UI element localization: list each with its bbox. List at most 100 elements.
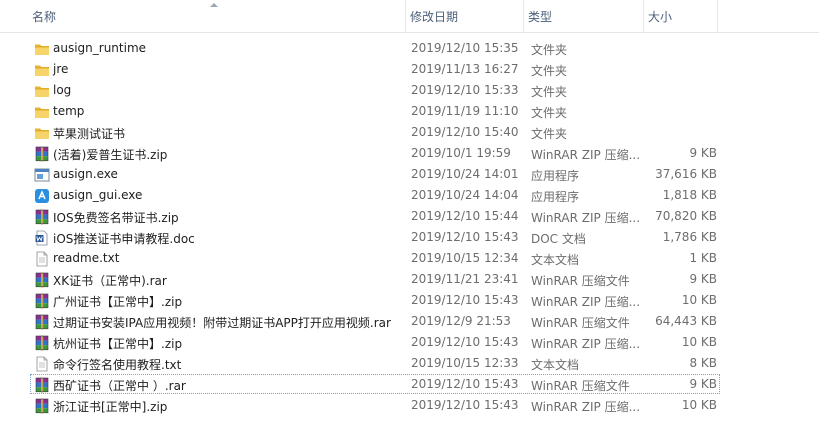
folder-icon — [34, 125, 50, 141]
file-modified-date: 2019/10/15 12:34 — [411, 251, 519, 265]
file-row[interactable]: iOS推送证书申请教程.doc 2019/12/10 15:43 DOC 文档 1,7… — [30, 227, 720, 247]
file-modified-date: 2019/12/10 15:43 — [411, 335, 519, 349]
file-name: 苹果测试证书 — [53, 127, 126, 141]
file-name: ausign_runtime — [53, 41, 147, 55]
file-modified-date: 2019/11/13 16:27 — [411, 62, 519, 76]
winrar-archive-icon — [34, 146, 50, 162]
file-name: 杭州证书【正常中】.zip — [53, 337, 183, 351]
file-name: (活着)爱普生证书.zip — [53, 148, 168, 162]
file-modified-date: 2019/11/19 11:10 — [411, 104, 519, 118]
file-name: 浙江证书[正常中].zip — [53, 400, 168, 414]
file-size: 1,786 KB — [662, 230, 717, 244]
file-size: 10 KB — [681, 398, 717, 412]
file-name: ausign_gui.exe — [53, 188, 143, 202]
file-type: WinRAR ZIP 压缩... — [531, 211, 641, 225]
file-row[interactable]: 西矿证书（正常中 ）.rar 2019/12/10 15:43 WinRAR 压缩文… — [30, 374, 720, 394]
file-type: 文件夹 — [531, 106, 568, 120]
winrar-archive-icon — [34, 377, 50, 393]
file-size: 37,616 KB — [655, 167, 717, 181]
file-name: 命令行签名使用教程.txt — [53, 358, 182, 372]
file-size: 8 KB — [689, 356, 717, 370]
file-row[interactable]: 过期证书安装IPA应用视频！附带过期证书APP打开应用视频.rar 2019/12… — [30, 311, 720, 331]
file-size: 1,818 KB — [662, 188, 717, 202]
file-row[interactable]: (活着)爱普生证书.zip 2019/10/1 19:59 WinRAR ZIP 压… — [30, 143, 720, 163]
file-type: 文件夹 — [531, 85, 568, 99]
file-size: 10 KB — [681, 335, 717, 349]
doc-icon — [34, 230, 50, 246]
file-modified-date: 2019/10/15 12:33 — [411, 356, 519, 370]
file-size: 70,820 KB — [655, 209, 717, 223]
column-size-header[interactable]: 大小 — [644, 0, 718, 32]
file-modified-date: 2019/12/10 15:43 — [411, 398, 519, 412]
file-modified-date: 2019/12/10 15:35 — [411, 41, 519, 55]
file-row[interactable]: 广州证书【正常中】.zip 2019/12/10 15:43 WinRAR ZIP … — [30, 290, 720, 310]
file-type: 文件夹 — [531, 127, 568, 141]
file-size: 9 KB — [689, 377, 717, 391]
file-modified-date: 2019/12/10 15:33 — [411, 83, 519, 97]
file-type: WinRAR ZIP 压缩... — [531, 295, 641, 309]
file-row[interactable]: log 2019/12/10 15:33 文件夹 — [30, 80, 720, 100]
file-modified-date: 2019/11/21 23:41 — [411, 272, 519, 286]
file-row[interactable]: ausign.exe 2019/10/24 14:01 应用程序 37,616 KB — [30, 164, 720, 184]
file-row[interactable]: 命令行签名使用教程.txt 2019/10/15 12:33 文本文档 8 KB — [30, 353, 720, 373]
column-type-header[interactable]: 类型 — [524, 0, 644, 32]
winrar-archive-icon — [34, 398, 50, 414]
file-size: 9 KB — [689, 146, 717, 160]
file-row[interactable]: 浙江证书[正常中].zip 2019/12/10 15:43 WinRAR ZIP … — [30, 395, 720, 415]
file-name: temp — [53, 104, 85, 118]
file-type: WinRAR ZIP 压缩... — [531, 337, 641, 351]
file-type: WinRAR ZIP 压缩... — [531, 400, 641, 414]
file-modified-date: 2019/12/10 15:44 — [411, 209, 519, 223]
winrar-archive-icon — [34, 272, 50, 288]
winrar-archive-icon — [34, 335, 50, 351]
text-file-icon — [34, 251, 50, 267]
file-size: 64,443 KB — [655, 314, 717, 328]
file-name: readme.txt — [53, 251, 120, 265]
folder-icon — [34, 83, 50, 99]
file-name: IOS免费签名带证书.zip — [53, 211, 179, 225]
file-type: 应用程序 — [531, 169, 580, 183]
file-row[interactable]: 苹果测试证书 2019/12/10 15:40 文件夹 — [30, 122, 720, 142]
file-modified-date: 2019/10/1 19:59 — [411, 146, 511, 160]
ausign-app-icon — [34, 188, 50, 204]
file-modified-date: 2019/12/10 15:43 — [411, 293, 519, 307]
file-name: 广州证书【正常中】.zip — [53, 295, 183, 309]
file-modified-date: 2019/12/9 21:53 — [411, 314, 511, 328]
column-header: 名称 修改日期 类型 大小 — [0, 0, 819, 33]
file-row[interactable]: ausign_gui.exe 2019/10/24 14:04 应用程序 1,818 … — [30, 185, 720, 205]
file-type: 应用程序 — [531, 190, 580, 204]
file-type: WinRAR 压缩文件 — [531, 379, 630, 393]
file-type: 文本文档 — [531, 253, 580, 267]
file-name: log — [53, 83, 72, 97]
column-name-header[interactable]: 名称 — [28, 0, 406, 32]
file-modified-date: 2019/10/24 14:01 — [411, 167, 519, 181]
file-row[interactable]: 杭州证书【正常中】.zip 2019/12/10 15:43 WinRAR ZIP … — [30, 332, 720, 352]
file-type: 文件夹 — [531, 64, 568, 78]
file-row[interactable]: readme.txt 2019/10/15 12:34 文本文档 1 KB — [30, 248, 720, 268]
file-modified-date: 2019/12/10 15:43 — [411, 377, 519, 391]
file-name: XK证书（正常中).rar — [53, 274, 167, 288]
winrar-archive-icon — [34, 209, 50, 225]
file-name: 西矿证书（正常中 ）.rar — [53, 379, 186, 393]
file-row[interactable]: jre 2019/11/13 16:27 文件夹 — [30, 59, 720, 79]
file-modified-date: 2019/10/24 14:04 — [411, 188, 519, 202]
file-type: WinRAR ZIP 压缩... — [531, 148, 641, 162]
folder-icon — [34, 62, 50, 78]
file-name: ausign.exe — [53, 167, 118, 181]
file-row[interactable]: temp 2019/11/19 11:10 文件夹 — [30, 101, 720, 121]
file-row[interactable]: XK证书（正常中).rar 2019/11/21 23:41 WinRAR 压缩文件… — [30, 269, 720, 289]
file-name: 过期证书安装IPA应用视频！附带过期证书APP打开应用视频.rar — [53, 316, 391, 330]
winrar-archive-icon — [34, 293, 50, 309]
winrar-archive-icon — [34, 314, 50, 330]
file-size: 9 KB — [689, 272, 717, 286]
folder-icon — [34, 104, 50, 120]
column-date-header[interactable]: 修改日期 — [406, 0, 524, 32]
file-name: iOS推送证书申请教程.doc — [53, 232, 195, 246]
file-size: 10 KB — [681, 293, 717, 307]
file-row[interactable]: IOS免费签名带证书.zip 2019/12/10 15:44 WinRAR ZIP… — [30, 206, 720, 226]
file-modified-date: 2019/12/10 15:40 — [411, 125, 519, 139]
file-type: WinRAR 压缩文件 — [531, 274, 630, 288]
file-row[interactable]: ausign_runtime 2019/12/10 15:35 文件夹 — [30, 38, 720, 58]
file-type: 文件夹 — [531, 43, 568, 57]
file-type: 文本文档 — [531, 358, 580, 372]
